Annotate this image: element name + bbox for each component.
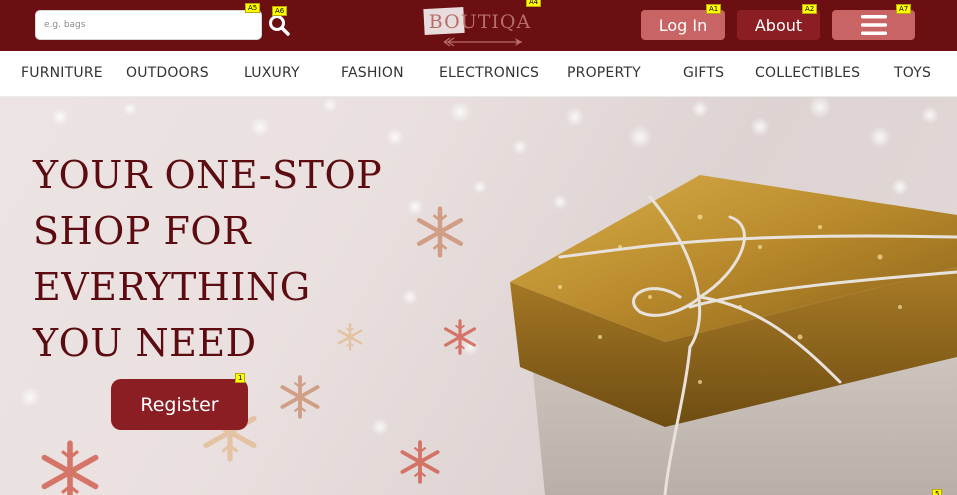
nav-item-fashion[interactable]: FASHION (341, 65, 404, 81)
nav-item-outdoors[interactable]: OUTDOORS (126, 65, 209, 81)
gift-box (510, 175, 957, 495)
nav-item-luxury[interactable]: LUXURY (244, 65, 300, 81)
label-tag-logo: A4 (526, 0, 542, 7)
site-header: A5 A6 BOUTIQA A4 Log In A1 About A2 A7 (0, 0, 957, 51)
nav-item-toys[interactable]: TOYS (894, 65, 931, 81)
hero-heading: YOUR ONE-STOP SHOP FOR EVERYTHING YOU NE… (33, 153, 383, 365)
nav-item-gifts[interactable]: GIFTS (683, 65, 724, 81)
nav-item-electronics[interactable]: ELECTRONICS (439, 65, 539, 81)
label-tag-corner: 5 (932, 489, 943, 495)
brand-logo[interactable]: BOUTIQA (416, 5, 544, 49)
label-tag-register: 1 (235, 373, 246, 383)
label-tag-search: A5 (245, 3, 261, 13)
nav-item-collectibles[interactable]: COLLECTIBLES (755, 65, 860, 81)
category-nav: FURNITURE OUTDOORS LUXURY FASHION ELECTR… (0, 51, 957, 97)
menu-button[interactable] (832, 10, 915, 40)
label-tag-about: A2 (802, 4, 818, 14)
label-tag-menu: A7 (896, 4, 912, 14)
arrow-ornament-icon (443, 37, 522, 47)
search-input[interactable] (35, 10, 262, 40)
login-button[interactable]: Log In (641, 10, 725, 40)
search-icon[interactable] (267, 13, 291, 37)
about-button[interactable]: About (737, 10, 820, 40)
logo-text: BOUTIQA (428, 11, 532, 33)
label-tag-login: A1 (706, 4, 722, 14)
register-button[interactable]: Register (111, 379, 248, 430)
nav-item-furniture[interactable]: FURNITURE (21, 65, 103, 81)
hero-banner: YOUR ONE-STOP SHOP FOR EVERYTHING YOU NE… (0, 97, 957, 495)
hamburger-menu-icon (860, 15, 887, 35)
nav-item-property[interactable]: PROPERTY (567, 65, 641, 81)
label-tag-search-button: A6 (272, 6, 288, 16)
